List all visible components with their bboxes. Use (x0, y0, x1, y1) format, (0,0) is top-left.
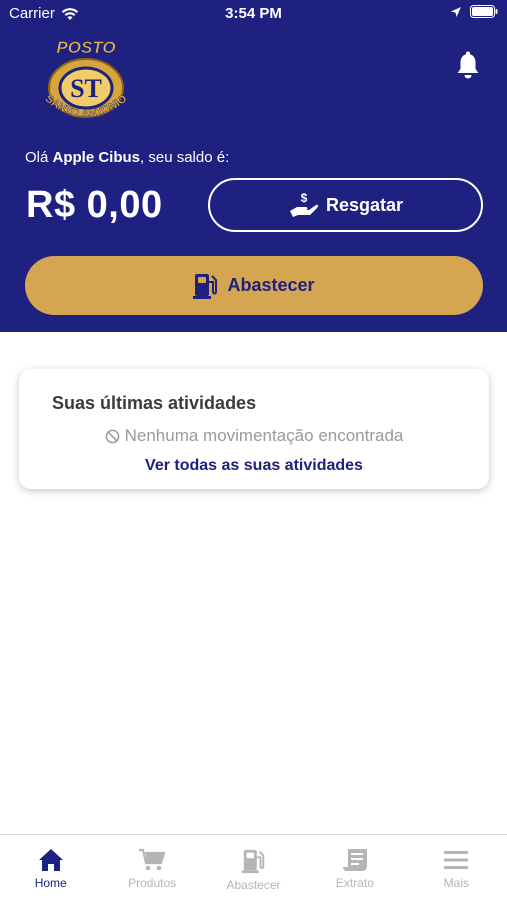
tab-extrato[interactable]: Extrato (304, 835, 405, 900)
home-icon (38, 849, 63, 871)
greeting-suffix: , seu saldo é: (140, 149, 230, 166)
recent-activities-title: Suas últimas atividades (52, 393, 257, 413)
status-indicators (450, 5, 498, 18)
battery-icon (470, 5, 498, 18)
logo-monogram: ST (70, 74, 102, 103)
tab-produtos[interactable]: Produtos (101, 835, 202, 900)
redeem-label: Resgatar (325, 194, 404, 215)
prohibited-icon (105, 429, 119, 443)
tab-produtos-label: Produtos (128, 876, 177, 890)
status-bar: Carrier 3:54 PM (0, 0, 507, 28)
bell-icon[interactable] (452, 50, 484, 82)
tab-abastecer[interactable]: Abastecer (203, 835, 304, 900)
tab-home[interactable]: Home (0, 835, 101, 900)
empty-activities-message: Nenhuma movimentação encontrada (19, 426, 489, 446)
svg-text:$: $ (301, 191, 308, 205)
refuel-button[interactable]: Abastecer (25, 256, 483, 315)
logo-top-text: POSTO (56, 38, 115, 57)
receipt-icon (342, 849, 367, 871)
location-arrow-icon (451, 6, 461, 17)
tab-abastecer-label: Abastecer (226, 878, 281, 892)
tab-mais-label: Mais (443, 876, 469, 890)
status-time: 3:54 PM (225, 5, 282, 22)
cart-icon (139, 848, 166, 871)
posto-santo-antonio-logo: ST POSTO SANTO ANTONIO (43, 38, 130, 121)
empty-message-text: Nenhuma movimentação encontrada (124, 426, 404, 445)
menu-icon (444, 851, 469, 869)
greeting: Olá Apple Cibus, seu saldo é: (25, 149, 229, 166)
tab-home-label: Home (34, 876, 67, 890)
refuel-label: Abastecer (227, 275, 315, 295)
tab-bar: Home Produtos Abastecer Extrato Mais (0, 834, 507, 900)
user-name: Apple Cibus (52, 149, 141, 166)
tab-mais[interactable]: Mais (406, 835, 507, 900)
recent-activities-card: Suas últimas atividades Nenhuma moviment… (19, 369, 489, 489)
balance-amount: R$ 0,00 (26, 184, 163, 226)
fuel-pump-icon (241, 849, 264, 874)
greeting-prefix: Olá (25, 149, 49, 166)
redeem-button[interactable]: $ Resgatar (208, 178, 483, 232)
tab-extrato-label: Extrato (335, 876, 374, 890)
fuel-pump-icon (193, 273, 218, 299)
hand-money-icon: $ (289, 191, 319, 217)
header: Carrier 3:54 PM ST POSTO SANTO ANTONIO O… (0, 0, 507, 332)
view-all-activities-link[interactable]: Ver todas as suas atividades (19, 457, 489, 475)
